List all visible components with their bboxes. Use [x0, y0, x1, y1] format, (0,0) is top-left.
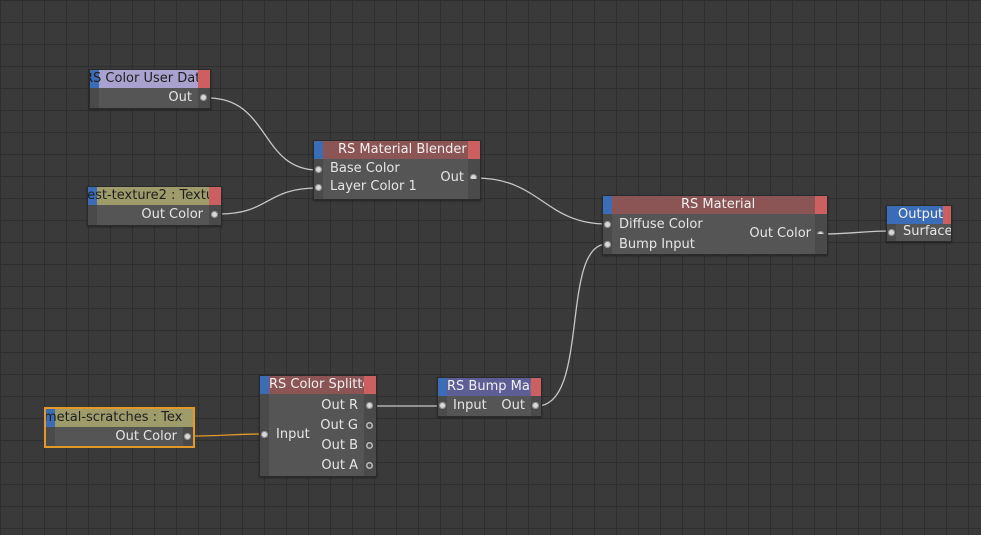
- node-material[interactable]: RS Material Diffuse Color Out Color Bump…: [602, 195, 828, 255]
- output-port-out-color[interactable]: [184, 433, 191, 440]
- port-label: Diffuse Color: [619, 217, 703, 232]
- output-port-out-g[interactable]: [366, 422, 373, 429]
- node-header[interactable]: RS Material: [603, 196, 827, 214]
- port-label: Out G: [320, 418, 358, 433]
- port-label: Surface: [903, 224, 952, 239]
- port-row-diffuse-color: Diffuse Color Out Color: [603, 214, 827, 241]
- input-port-diffuse-color[interactable]: [604, 221, 611, 228]
- port-label: Out R: [321, 398, 358, 413]
- output-port-out-r[interactable]: [366, 402, 373, 409]
- output-port-out-a[interactable]: [366, 462, 373, 469]
- port-row-input-out: Input Out: [438, 396, 541, 416]
- port-area: Input Out R Out G Out B Out A: [260, 394, 376, 476]
- node-bump-map[interactable]: RS Bump Map Input Out: [437, 377, 542, 417]
- node-header[interactable]: RS Material Blender: [314, 141, 480, 159]
- port-label: Bump Input: [619, 237, 695, 252]
- output-port-out-color[interactable]: [211, 211, 218, 218]
- node-title: metal-scratches : Texture: [46, 410, 193, 425]
- wire-blender-to-material-diffuse[interactable]: [475, 177, 608, 225]
- wire-userdata-to-blender-base[interactable]: [207, 97, 319, 171]
- wire-scratches-to-splitter-input[interactable]: [188, 433, 264, 437]
- node-header[interactable]: RS Bump Map: [438, 378, 541, 396]
- node-title: RS Color User Data: [90, 71, 209, 86]
- port-row-out: Out: [90, 88, 210, 108]
- port-row-out-color: Out Color: [46, 427, 193, 446]
- port-row-out-color: Out Color: [88, 205, 221, 225]
- node-header[interactable]: RS Color Splitter: [260, 376, 376, 394]
- port-label: Input: [453, 398, 487, 413]
- node-color-splitter[interactable]: RS Color Splitter Input Out R Out G Out …: [259, 375, 377, 477]
- port-row-bump-input: Bump Input: [603, 234, 827, 254]
- node-texture2[interactable]: test-texture2 : Texture Out Color: [87, 186, 222, 226]
- node-title: RS Color Splitter: [269, 377, 376, 392]
- node-material-blender[interactable]: RS Material Blender Base Color Out Layer…: [313, 140, 481, 200]
- port-label: Out A: [321, 458, 358, 473]
- port-label: Out: [501, 398, 525, 413]
- node-title: RS Material: [681, 197, 756, 212]
- node-editor-canvas[interactable]: RS Color User Data Out test-texture2 : T…: [0, 0, 981, 535]
- port-label: Input: [276, 427, 310, 442]
- input-port-input[interactable]: [261, 431, 268, 438]
- wire-texture2-to-blender-layer[interactable]: [218, 187, 319, 215]
- output-port-out[interactable]: [532, 402, 539, 409]
- port-label: Out Color: [141, 207, 203, 222]
- port-label: Base Color: [330, 161, 400, 176]
- port-label: Out: [168, 90, 192, 105]
- node-title: RS Material Blender: [338, 142, 467, 157]
- output-port-out-b[interactable]: [366, 442, 373, 449]
- port-label: Out Color: [115, 429, 177, 444]
- port-row-base-color: Base Color Out: [314, 159, 480, 185]
- port-row-surface: Surface: [887, 224, 952, 241]
- port-row-layer-color: Layer Color 1: [314, 179, 480, 199]
- input-port-base-color[interactable]: [315, 166, 322, 173]
- node-scratches[interactable]: metal-scratches : Texture Out Color: [45, 408, 194, 447]
- port-label: Layer Color 1: [330, 179, 417, 194]
- node-title: RS Bump Map: [447, 379, 539, 394]
- output-port-out[interactable]: [200, 94, 207, 101]
- input-port-layer-color-1[interactable]: [315, 184, 322, 191]
- node-title: test-texture2 : Texture: [88, 188, 221, 203]
- node-header[interactable]: test-texture2 : Texture: [88, 187, 221, 205]
- input-port-bump-input[interactable]: [604, 241, 611, 248]
- node-color-user-data[interactable]: RS Color User Data Out: [89, 69, 211, 109]
- port-label: Out B: [321, 438, 358, 453]
- wire-material-to-output-surface[interactable]: [821, 230, 891, 235]
- node-header[interactable]: metal-scratches : Texture: [46, 409, 193, 427]
- node-output[interactable]: Output Surface: [886, 205, 952, 242]
- wire-bump-to-material-bump[interactable]: [536, 243, 608, 407]
- input-port-surface[interactable]: [888, 229, 895, 236]
- input-port-input[interactable]: [439, 402, 446, 409]
- node-header[interactable]: RS Color User Data: [90, 70, 210, 88]
